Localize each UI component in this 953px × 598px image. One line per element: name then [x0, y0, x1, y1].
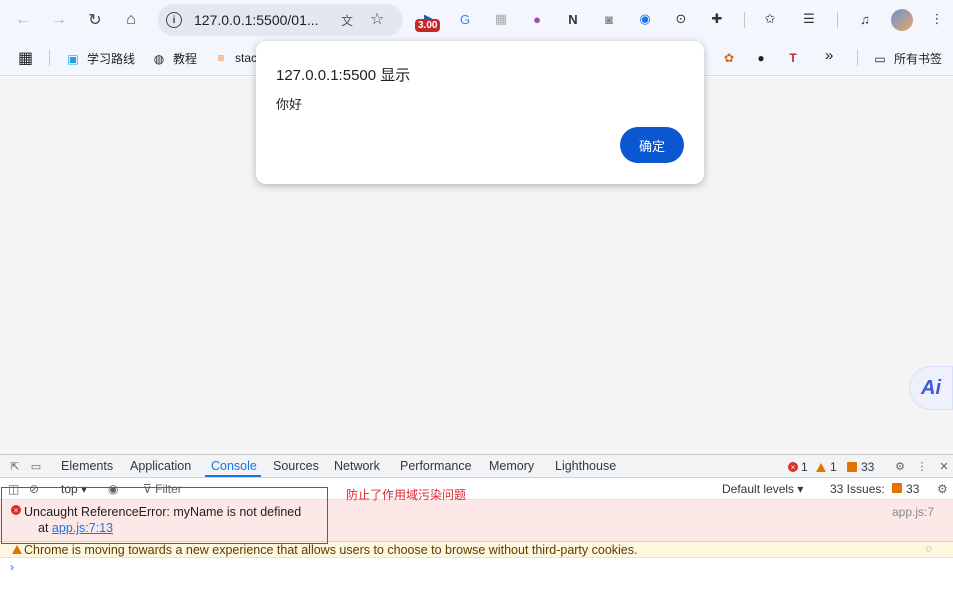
- tab-elements[interactable]: Elements: [61, 459, 113, 473]
- alert-dialog: 127.0.0.1:5500 显示 你好 确定: [256, 41, 704, 184]
- log-levels-dropdown[interactable]: Default levels ▾: [722, 482, 803, 496]
- error-source-link[interactable]: app.js:7: [892, 505, 934, 519]
- bookmark-item-orange[interactable]: ✿: [721, 50, 743, 66]
- media-control-icon[interactable]: ♫: [856, 10, 874, 28]
- extension-code-icon[interactable]: ⊙: [672, 10, 690, 28]
- bookmark-item-dark[interactable]: ●: [753, 50, 775, 66]
- camera-icon[interactable]: ◙: [600, 10, 618, 28]
- close-devtools-icon[interactable]: ✕: [937, 459, 951, 473]
- bookmark-orange-icon: ✿: [723, 51, 735, 65]
- globe-icon: ◍: [153, 51, 165, 66]
- forward-icon[interactable]: →: [47, 8, 71, 32]
- extensions-puzzle-icon[interactable]: ✚: [708, 10, 726, 28]
- error-count-value: 1: [801, 460, 808, 474]
- profile-avatar[interactable]: [891, 9, 913, 31]
- google-translate-icon[interactable]: G: [456, 10, 474, 28]
- tab-network[interactable]: Network: [334, 459, 380, 473]
- extension-blue-icon[interactable]: ◉: [636, 10, 654, 28]
- issue-icon: [892, 483, 903, 493]
- extension-circle-icon[interactable]: ●: [528, 10, 546, 28]
- bookmark-item-t[interactable]: T: [785, 50, 807, 66]
- bookmarks-divider-2: [857, 50, 858, 66]
- tab-application[interactable]: Application: [130, 459, 191, 473]
- ok-button[interactable]: 确定: [620, 127, 684, 163]
- issue-icon: [847, 462, 857, 472]
- toolbar-divider-2: [837, 12, 838, 28]
- address-bar[interactable]: i 127.0.0.1:5500/01... 文 ☆: [158, 4, 403, 36]
- warning-count[interactable]: 1: [816, 460, 837, 474]
- annotation-text: 防止了作用域污染问题: [346, 488, 467, 502]
- issues-link[interactable]: 33 Issues: 33: [830, 482, 919, 496]
- bookmark-item-tutorial[interactable]: ◍ 教程: [151, 50, 197, 67]
- translate-icon[interactable]: 文: [338, 11, 356, 29]
- reading-list-icon[interactable]: ☰: [800, 10, 818, 28]
- tab-performance[interactable]: Performance: [400, 459, 472, 473]
- console-prompt[interactable]: ›: [10, 560, 14, 574]
- url-text[interactable]: 127.0.0.1:5500/01...: [194, 12, 319, 28]
- issues-count-value: 33: [861, 460, 875, 474]
- active-tab-indicator: [205, 475, 261, 477]
- more-options-icon[interactable]: ⋮: [915, 459, 929, 473]
- inspect-element-icon[interactable]: ⇱: [8, 459, 22, 473]
- extension-grid-icon[interactable]: ▦: [492, 10, 510, 28]
- bookmarks-overflow[interactable]: »: [825, 47, 833, 64]
- site-info-icon[interactable]: i: [166, 12, 182, 28]
- all-bookmarks-label: 所有书签: [894, 52, 943, 66]
- back-icon[interactable]: ←: [11, 8, 35, 32]
- bookmark-item-stack[interactable]: ≡ stac: [213, 50, 257, 66]
- issues-count[interactable]: 33: [847, 460, 874, 474]
- dialog-title: 127.0.0.1:5500 显示: [276, 67, 411, 84]
- bookmark-label: 学习路线: [87, 52, 136, 66]
- dialog-message: 你好: [276, 97, 303, 112]
- bookmark-label: stac: [235, 51, 258, 65]
- error-icon: ×: [788, 462, 798, 472]
- cookie-icon[interactable]: ◌: [925, 543, 932, 555]
- bookmark-star-icon[interactable]: ☆: [370, 9, 384, 29]
- bookmark-item-study-route[interactable]: ▣ 学习路线: [65, 50, 135, 67]
- home-icon[interactable]: ⌂: [119, 8, 143, 32]
- ai-assistant-button[interactable]: Ai: [909, 366, 953, 410]
- issues-label: 33 Issues:: [830, 482, 885, 496]
- device-toolbar-icon[interactable]: ▭: [29, 459, 43, 473]
- all-bookmarks[interactable]: ▭ 所有书签: [872, 50, 942, 67]
- console-settings-icon[interactable]: ⚙: [937, 482, 948, 496]
- tab-console[interactable]: Console: [211, 459, 257, 473]
- settings-gear-icon[interactable]: ⚙: [893, 459, 907, 473]
- issues-link-count: 33: [906, 482, 920, 496]
- bookmark-label: 教程: [173, 52, 198, 66]
- bookmark-t-icon: T: [789, 51, 797, 65]
- menu-icon[interactable]: ⋮: [928, 10, 946, 28]
- console-warning-message: Chrome is moving towards a new experienc…: [0, 542, 953, 558]
- toolbar-divider: [744, 12, 745, 28]
- devtools-tabbar: ⇱ ▭ Elements Application Console Sources…: [0, 455, 953, 478]
- bilibili-icon: ▣: [67, 51, 79, 66]
- log-levels-label: Default levels: [722, 482, 795, 496]
- notion-icon[interactable]: N: [564, 10, 582, 28]
- bookmark-dark-icon: ●: [757, 51, 765, 65]
- warning-icon: [12, 545, 22, 554]
- warning-icon: [816, 462, 826, 472]
- folder-icon: ▭: [874, 51, 886, 66]
- warning-text: Chrome is moving towards a new experienc…: [24, 543, 638, 557]
- browser-toolbar: ← → ↻ ⌂ i 127.0.0.1:5500/01... 文 ☆ ▶ 3.0…: [0, 0, 953, 40]
- error-count[interactable]: × 1: [788, 460, 808, 474]
- stackoverflow-icon: ≡: [217, 51, 225, 65]
- extension-badge: 3.00: [415, 19, 441, 32]
- tab-memory[interactable]: Memory: [489, 459, 534, 473]
- tab-sources[interactable]: Sources: [273, 459, 319, 473]
- bookmarks-divider: [49, 50, 50, 66]
- favorites-icon[interactable]: ✩: [761, 10, 779, 28]
- apps-grid-icon[interactable]: ▦: [18, 48, 33, 68]
- warning-count-value: 1: [830, 460, 837, 474]
- tab-lighthouse[interactable]: Lighthouse: [555, 459, 616, 473]
- annotation-box: [1, 487, 328, 544]
- reload-icon[interactable]: ↻: [83, 8, 107, 32]
